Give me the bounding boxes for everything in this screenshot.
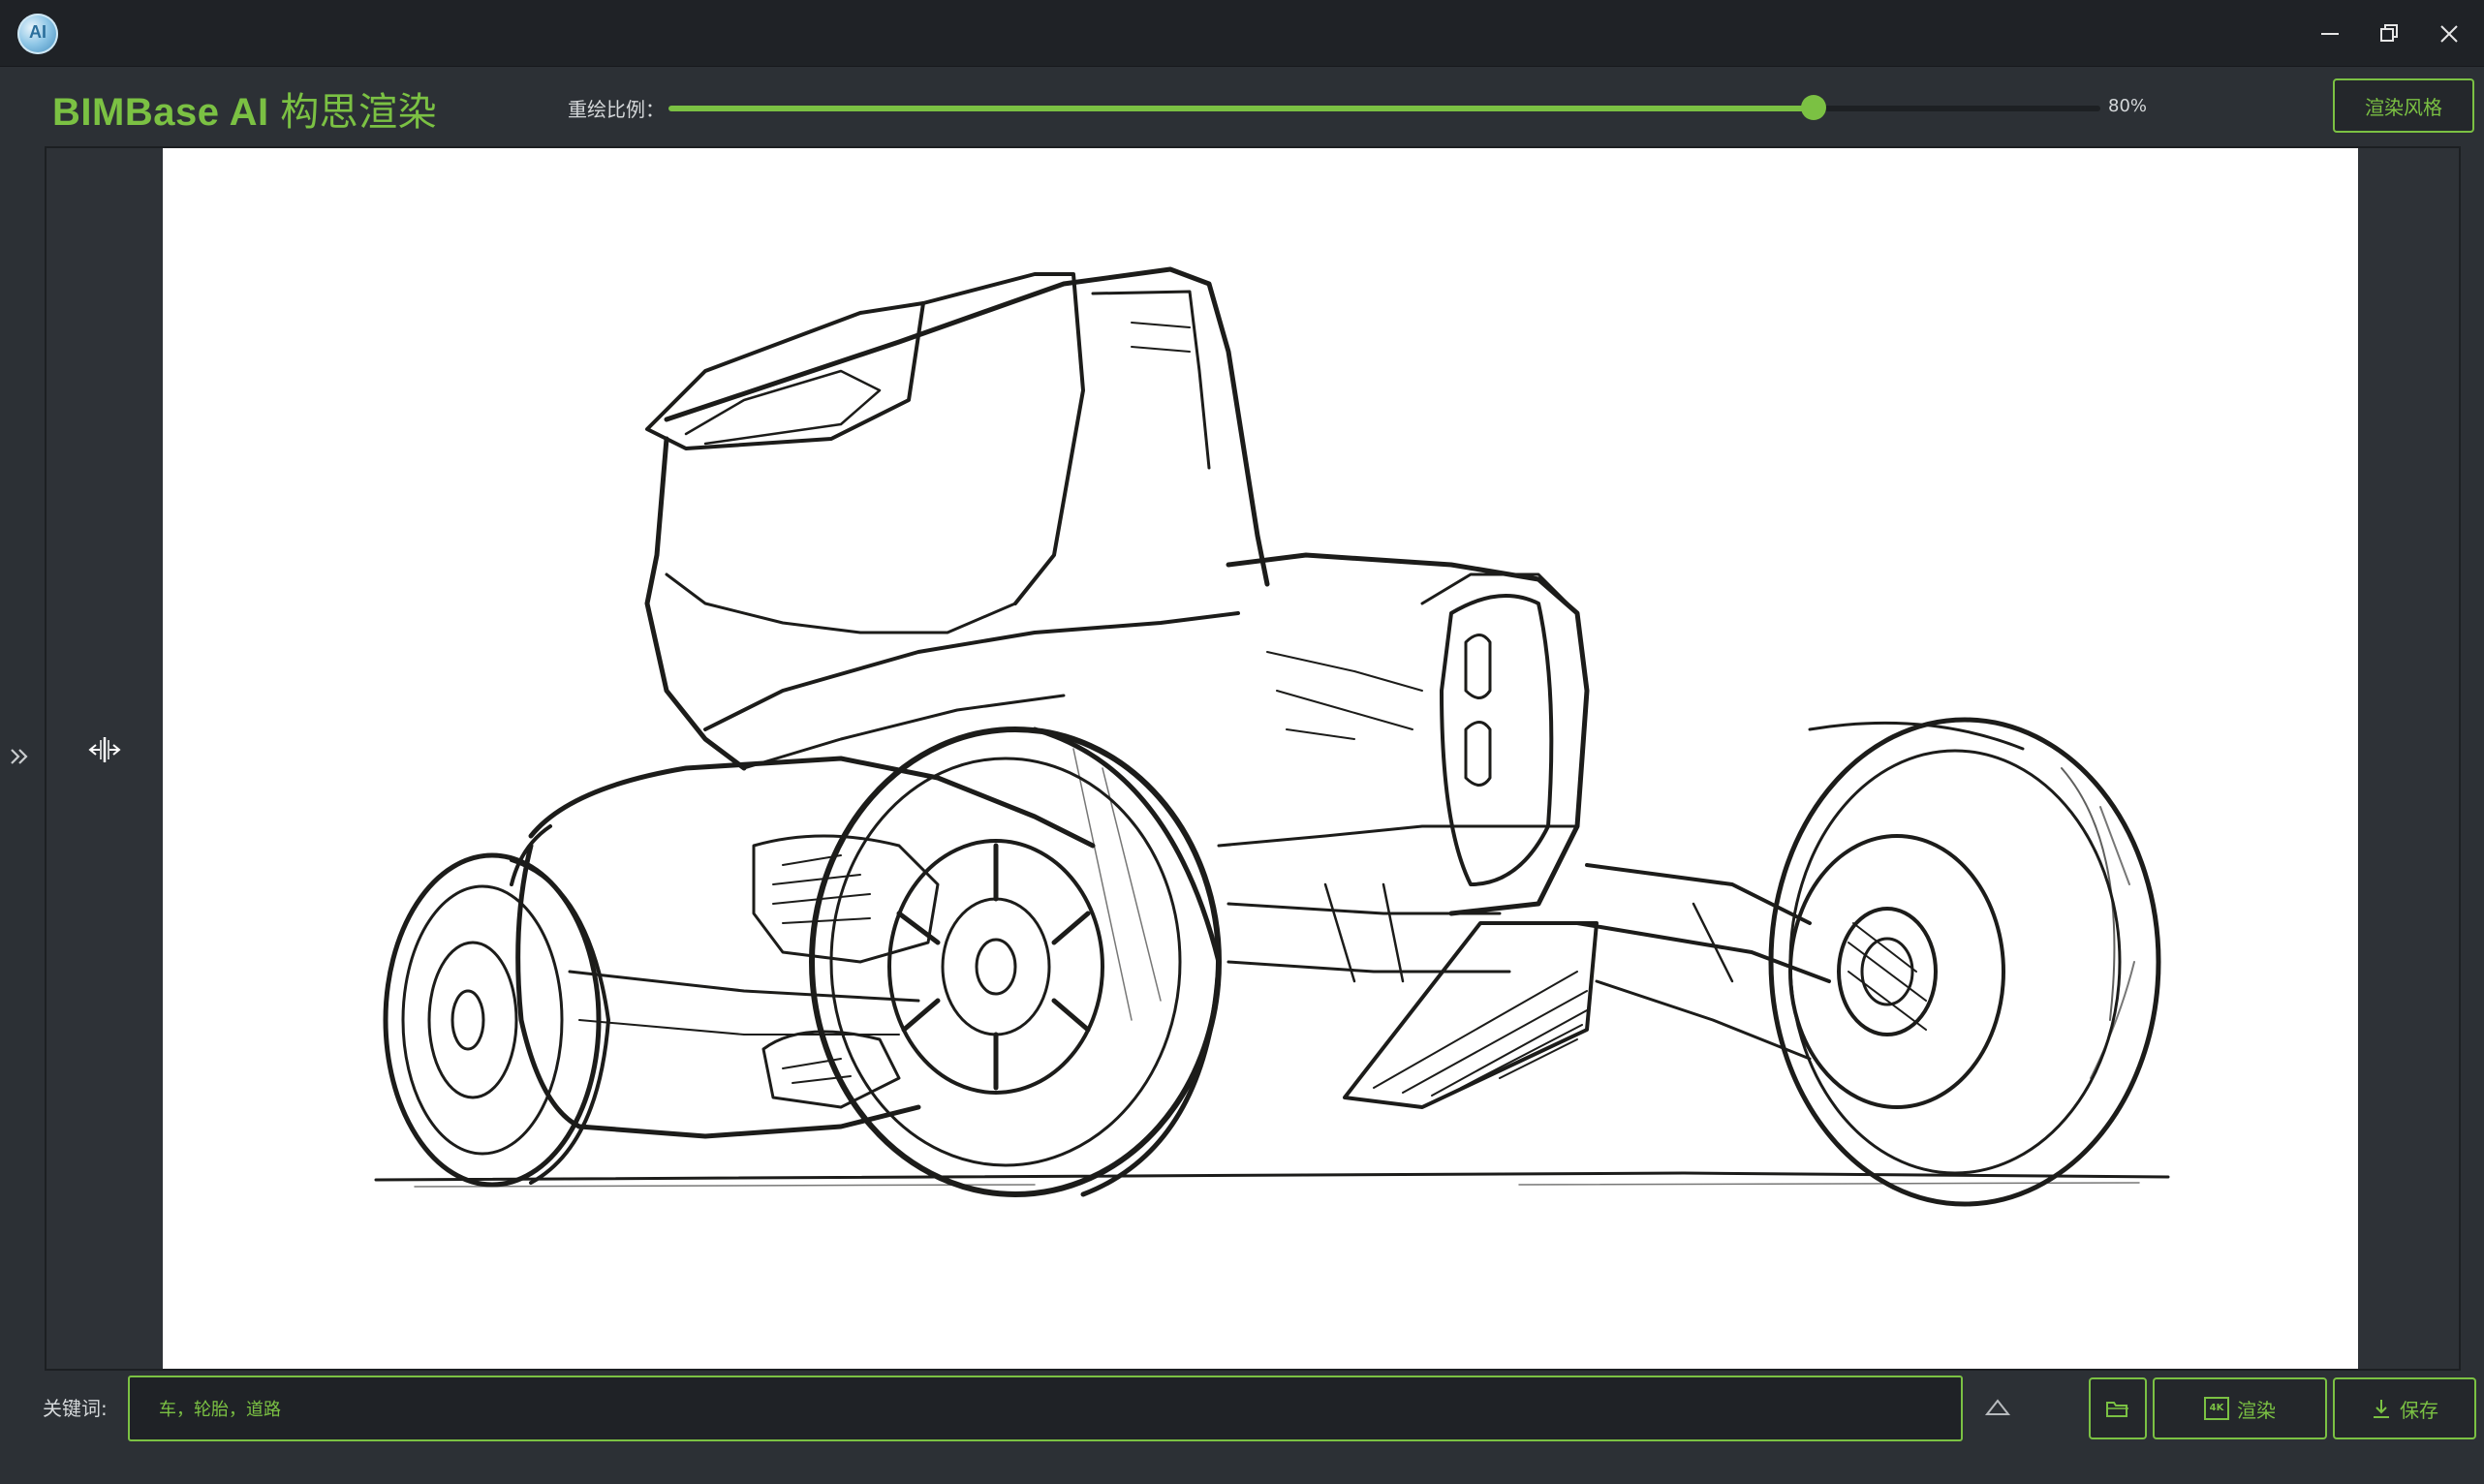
expand-keywords-button[interactable] xyxy=(1982,1395,2013,1422)
title-bar: AI xyxy=(0,0,2484,67)
render-button-label: 渲染 xyxy=(2237,1398,2276,1422)
keyword-input[interactable] xyxy=(128,1376,1963,1441)
app-title: BIMBase AI 构思渲染 xyxy=(52,80,437,137)
app-logo-text: AI xyxy=(29,22,47,42)
redraw-ratio-label: 重绘比例： xyxy=(568,98,665,121)
close-icon xyxy=(2440,25,2458,43)
car-sketch-drawing xyxy=(374,266,2170,1207)
side-panel-toggle[interactable] xyxy=(8,744,37,769)
app-logo-icon: AI xyxy=(17,14,58,54)
slider-thumb[interactable] xyxy=(1801,95,1827,120)
app-title-latin: BIMBase AI xyxy=(52,91,281,134)
save-button-label: 保存 xyxy=(2400,1398,2438,1422)
chevron-up-icon xyxy=(1984,1399,2011,1415)
minimize-button[interactable] xyxy=(2306,10,2354,58)
open-file-button[interactable] xyxy=(2089,1377,2147,1439)
redraw-ratio-value: 80% xyxy=(2108,96,2148,116)
minimize-icon xyxy=(2321,33,2339,35)
close-button[interactable] xyxy=(2425,10,2473,58)
app-window: AI BIMBase AI 构思渲染 重绘比例： 80% 渲染风格 关键词: 车… xyxy=(0,0,2484,1484)
render-button[interactable]: 4K 渲染 xyxy=(2153,1377,2327,1439)
slider-fill xyxy=(668,106,1815,111)
redraw-ratio-slider[interactable] xyxy=(668,95,2100,120)
download-icon xyxy=(2374,1400,2389,1418)
4k-icon: 4K xyxy=(2204,1397,2229,1420)
double-chevron-right-icon xyxy=(11,749,28,764)
app-title-cn: 构思渲染 xyxy=(280,91,438,134)
toolbar: BIMBase AI 构思渲染 重绘比例： 80% 渲染风格 xyxy=(0,67,2484,146)
horizontal-resize-icon[interactable] xyxy=(87,734,122,765)
restore-button[interactable] xyxy=(2365,10,2413,58)
keyword-label: 关键词: xyxy=(43,1397,108,1420)
folder-icon xyxy=(2106,1402,2128,1417)
car-sketch-image xyxy=(163,148,2358,1369)
save-button[interactable]: 保存 xyxy=(2333,1377,2476,1439)
render-style-button[interactable]: 渲染风格 xyxy=(2333,78,2474,133)
restore-icon xyxy=(2380,24,2398,42)
